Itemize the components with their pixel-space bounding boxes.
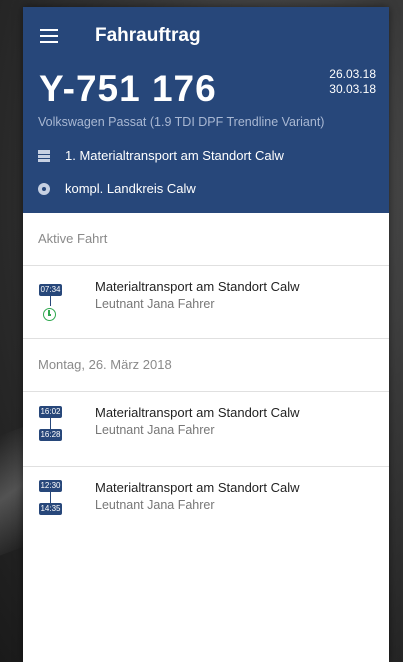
- date-section-label: Montag, 26. März 2018: [23, 339, 389, 392]
- timeline-tick: [50, 418, 51, 429]
- trip-driver: Leutnant Jana Fahrer: [95, 423, 215, 437]
- vehicle-model: Volkswagen Passat (1.9 TDI DPF Trendline…: [38, 115, 325, 129]
- trip-item[interactable]: 12:30 14:35 Materialtransport am Standor…: [23, 467, 389, 541]
- page-title: Fahrauftrag: [95, 25, 201, 46]
- date-end: 30.03.18: [329, 82, 376, 96]
- time-end-badge: 16:28: [39, 429, 62, 441]
- order-text: 1. Materialtransport am Standort Calw: [65, 148, 284, 163]
- time-start-badge: 12:30: [39, 480, 62, 492]
- trip-title: Materialtransport am Standort Calw: [95, 480, 300, 495]
- list-icon: [38, 149, 50, 162]
- trip-item[interactable]: 16:02 16:28 Materialtransport am Standor…: [23, 392, 389, 467]
- active-section-label: Aktive Fahrt: [23, 213, 389, 266]
- trip-driver: Leutnant Jana Fahrer: [95, 297, 215, 311]
- timeline-tick: [50, 492, 51, 503]
- active-trip-item[interactable]: 07:34 Materialtransport am Standort Calw…: [23, 266, 389, 339]
- header: Fahrauftrag Y-751 176 26.03.18 30.03.18 …: [23, 7, 389, 213]
- clock-icon: [43, 308, 56, 321]
- date-range: 26.03.18 30.03.18: [329, 67, 376, 97]
- trip-driver: Leutnant Jana Fahrer: [95, 498, 215, 512]
- toolbar: Fahrauftrag: [23, 7, 389, 63]
- app-screen: Fahrauftrag Y-751 176 26.03.18 30.03.18 …: [23, 7, 389, 662]
- time-end-badge: 14:35: [39, 503, 62, 515]
- time-start-badge: 16:02: [39, 406, 62, 418]
- trip-title: Materialtransport am Standort Calw: [95, 279, 300, 294]
- order-row: 1. Materialtransport am Standort Calw: [38, 148, 284, 163]
- time-start-badge: 07:34: [39, 284, 62, 296]
- date-start: 26.03.18: [329, 67, 376, 81]
- license-plate: Y-751 176: [39, 68, 217, 109]
- location-pin-icon: [38, 182, 50, 195]
- location-text: kompl. Landkreis Calw: [65, 181, 196, 196]
- timeline-tick: [50, 296, 51, 306]
- menu-icon[interactable]: [40, 29, 58, 43]
- trip-title: Materialtransport am Standort Calw: [95, 405, 300, 420]
- location-row: kompl. Landkreis Calw: [38, 181, 196, 196]
